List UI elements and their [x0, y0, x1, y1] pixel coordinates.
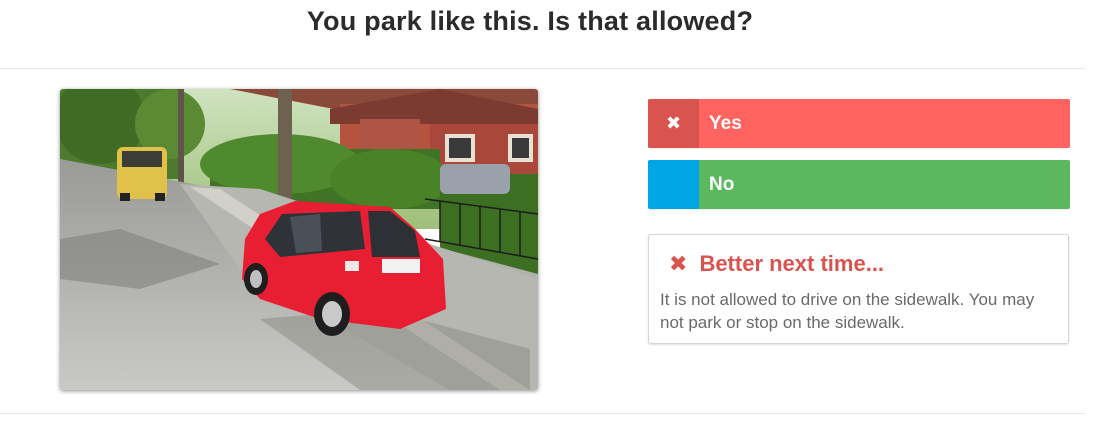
feedback-panel: ✖ Better next time... It is not allowed …	[648, 234, 1069, 344]
feedback-text: It is not allowed to drive on the sidewa…	[660, 290, 1035, 332]
answer-no-marker	[648, 160, 699, 209]
close-icon: ✖	[648, 99, 699, 148]
answer-no-button[interactable]: No	[648, 160, 1070, 209]
divider-bottom	[0, 413, 1085, 414]
answer-yes-label: Yes	[709, 113, 742, 134]
question-title: You park like this. Is that allowed?	[306, 6, 754, 36]
divider-top	[0, 68, 1085, 69]
feedback-heading-row: ✖ Better next time...	[669, 251, 884, 277]
question-photo	[60, 89, 538, 390]
answer-no-label: No	[709, 174, 735, 195]
close-icon: ✖	[669, 251, 688, 276]
feedback-heading: Better next time...	[699, 251, 885, 276]
answer-yes-button[interactable]: ✖ Yes	[648, 99, 1070, 148]
